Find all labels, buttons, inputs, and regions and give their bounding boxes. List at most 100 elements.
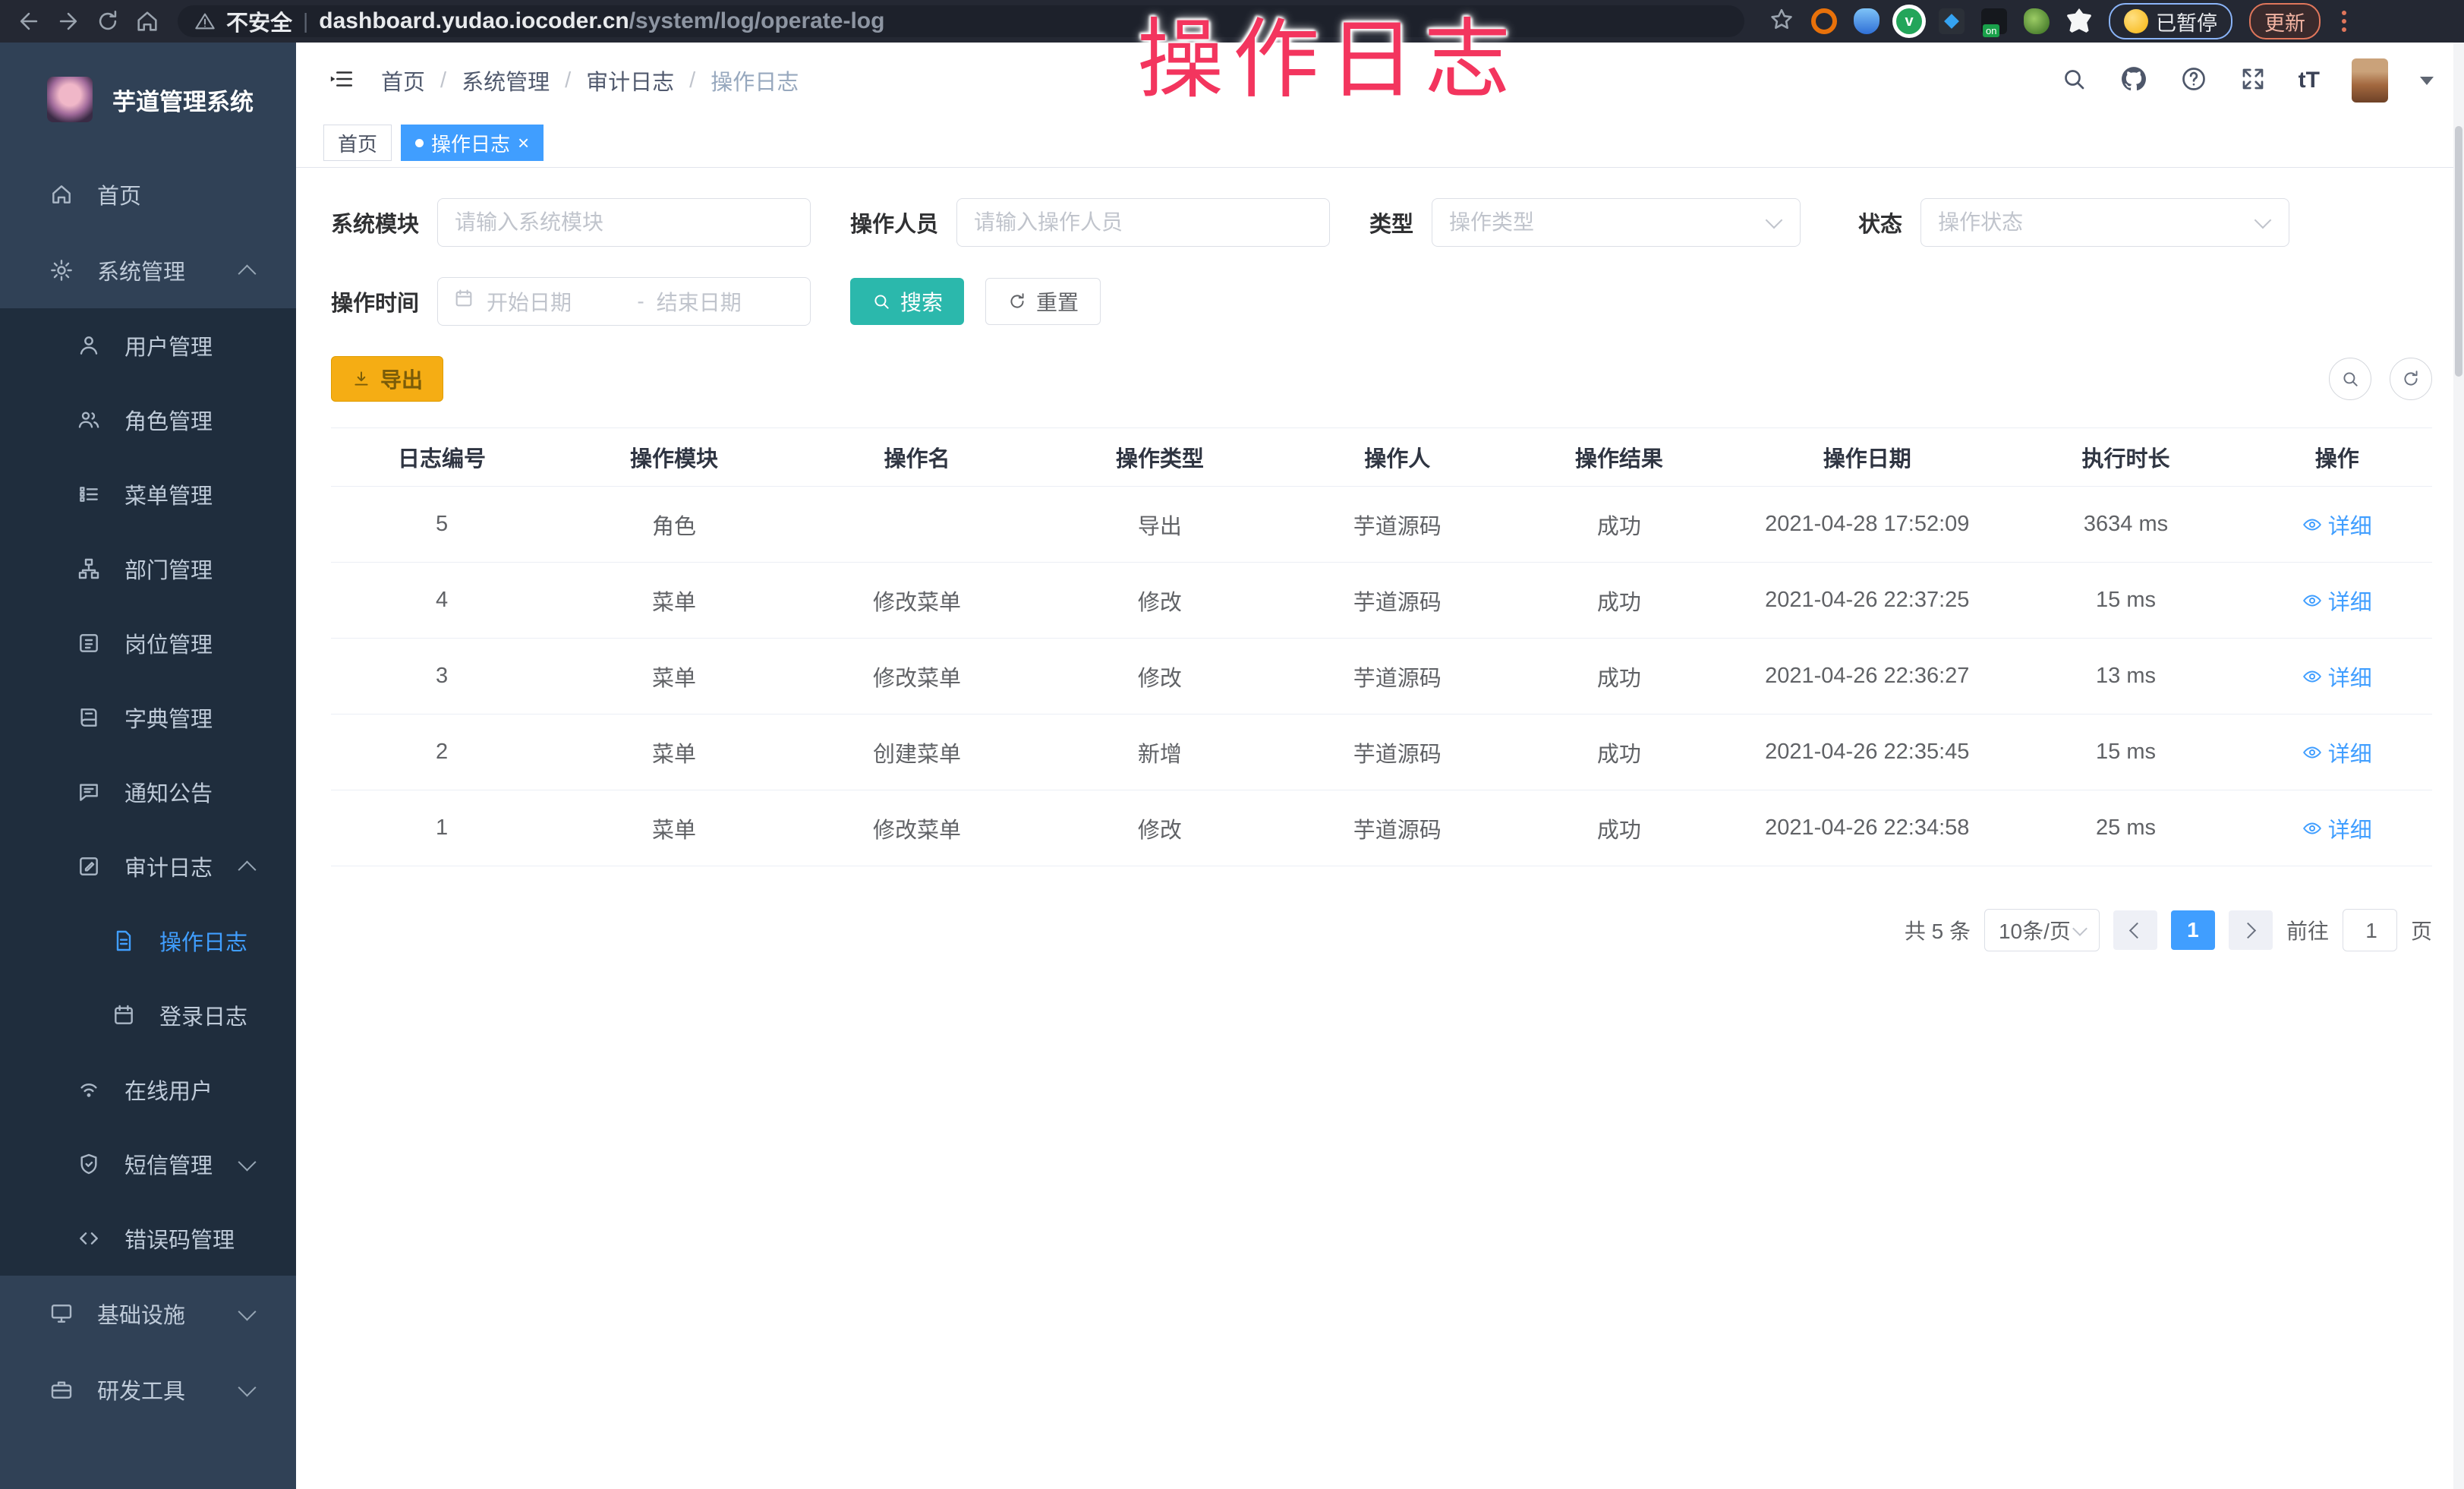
app-logo [47,77,93,122]
table-row: 3 菜单 修改菜单 修改 芋道源码 成功 2021-04-26 22:36:27… [331,639,2432,715]
close-icon[interactable]: × [518,133,529,153]
sidebar-item-infra[interactable]: 基础设施 [0,1276,296,1352]
sidebar-item-roles[interactable]: 角色管理 [0,383,296,457]
cell-operator: 芋道源码 [1281,487,1514,563]
date-range-picker[interactable]: 开始日期 - 结束日期 [437,277,811,326]
extension-icon[interactable] [1811,8,1837,34]
reset-button[interactable]: 重置 [985,278,1101,325]
profile-paused-pill[interactable]: 已暂停 [2109,3,2232,39]
search-button[interactable]: 搜索 [850,278,964,325]
sidebar-item-operate-log[interactable]: 操作日志 [0,904,296,978]
chevron-up-icon [238,860,256,879]
operator-input[interactable] [957,210,1329,235]
org-tree-icon [76,556,102,582]
sidebar-item-sms[interactable]: 短信管理 [0,1127,296,1201]
operate-log-table: 日志编号 操作模块 操作名 操作类型 操作人 操作结果 操作日期 执行时长 操作… [331,427,2432,866]
cell-module: 菜单 [553,563,796,639]
next-page-button[interactable] [2229,910,2273,950]
detail-link[interactable]: 详细 [2302,812,2372,844]
tag-operate-log[interactable]: 操作日志 × [401,125,544,161]
document-icon [111,928,137,954]
tags-view: 首页 操作日志 × [296,118,2464,168]
extension-icon[interactable]: v [1896,8,1922,34]
app-logo-row[interactable]: 芋道管理系统 [0,43,296,156]
fullscreen-icon[interactable] [2239,65,2267,96]
active-dot [415,139,424,147]
detail-link[interactable]: 详细 [2302,585,2372,617]
extension-icon[interactable]: on [1981,8,2007,34]
browser-reload-icon[interactable] [91,5,124,38]
tag-home[interactable]: 首页 [323,125,392,161]
extension-icon[interactable] [1854,8,1880,34]
app-title: 芋道管理系统 [112,83,254,117]
col-log-id: 日志编号 [331,428,553,487]
extension-icon[interactable] [2066,8,2092,34]
type-select[interactable] [1432,198,1801,247]
detail-link[interactable]: 详细 [2302,737,2372,768]
sidebar-item-home[interactable]: 首页 [0,156,296,232]
extension-icon[interactable] [2024,8,2050,34]
detail-link[interactable]: 详细 [2302,509,2372,541]
page-1-button[interactable]: 1 [2171,910,2215,950]
cell-result: 成功 [1514,563,1725,639]
search-icon [2340,369,2360,389]
module-input[interactable] [438,210,810,235]
sidebar-item-menus[interactable]: 菜单管理 [0,457,296,532]
refresh-table-button[interactable] [2390,358,2432,400]
sidebar-item-online-users[interactable]: 在线用户 [0,1052,296,1127]
briefcase-icon [49,1377,74,1402]
calendar-icon [111,1002,137,1028]
toggle-search-button[interactable] [2329,358,2371,400]
sidebar-item-posts[interactable]: 岗位管理 [0,606,296,680]
col-date: 操作日期 [1725,428,2010,487]
top-navbar: 首页 / 系统管理 / 审计日志 / 操作日志 tT [296,43,2464,118]
browser-forward-icon[interactable] [52,5,85,38]
sidebar-item-users[interactable]: 用户管理 [0,308,296,383]
prev-page-button[interactable] [2113,910,2157,950]
sidebar-item-system[interactable]: 系统管理 [0,232,296,308]
font-size-icon[interactable]: tT [2299,68,2320,93]
breadcrumb-system[interactable]: 系统管理 [462,65,550,96]
browser-update-button[interactable]: 更新 [2249,3,2321,39]
extension-icon[interactable] [1939,8,1965,34]
sidebar-toggle-icon[interactable] [326,66,357,96]
sidebar-item-error-code[interactable]: 错误码管理 [0,1201,296,1276]
type-select-input[interactable] [1432,210,1768,235]
sidebar-item-dict[interactable]: 字典管理 [0,680,296,755]
browser-home-icon[interactable] [131,5,164,38]
sidebar-item-notice[interactable]: 通知公告 [0,755,296,829]
help-icon[interactable] [2180,65,2207,96]
browser-back-icon[interactable] [12,5,46,38]
chevron-down-icon[interactable] [2420,77,2434,85]
scrollbar[interactable] [2453,43,2464,1489]
search-icon[interactable] [2060,65,2087,96]
browser-menu-icon[interactable] [2342,11,2346,32]
col-name: 操作名 [796,428,1038,487]
chevron-up-icon [238,264,256,282]
bookmark-star-icon[interactable] [1769,7,1794,36]
cell-name: 创建菜单 [796,715,1038,790]
col-type: 操作类型 [1038,428,1281,487]
breadcrumb-audit-log[interactable]: 审计日志 [586,65,674,96]
sidebar-item-audit-log[interactable]: 审计日志 [0,829,296,904]
cell-id: 3 [331,639,553,715]
github-icon[interactable] [2119,65,2148,97]
chevron-down-icon [2072,921,2087,936]
scrollbar-thumb[interactable] [2455,126,2462,377]
sidebar-item-dev-tools[interactable]: 研发工具 [0,1352,296,1427]
status-select-input[interactable] [1921,210,2257,235]
detail-link[interactable]: 详细 [2302,661,2372,692]
page-size-select[interactable]: 10条/页 [1984,909,2100,951]
export-button[interactable]: 导出 [331,356,443,402]
status-select[interactable] [1920,198,2289,247]
sidebar-item-login-log[interactable]: 登录日志 [0,978,296,1052]
goto-page-input[interactable] [2343,910,2399,952]
security-label[interactable]: 不安全 [226,5,292,37]
status-label: 状态 [1858,207,1902,238]
breadcrumb-home[interactable]: 首页 [381,65,425,96]
insecure-warning-icon [194,11,216,32]
avatar[interactable] [2352,58,2388,103]
address-bar[interactable]: 不安全 | dashboard.yudao.iocoder.cn/system/… [178,5,1744,37]
cell-result: 成功 [1514,790,1725,866]
sidebar-item-depts[interactable]: 部门管理 [0,532,296,606]
